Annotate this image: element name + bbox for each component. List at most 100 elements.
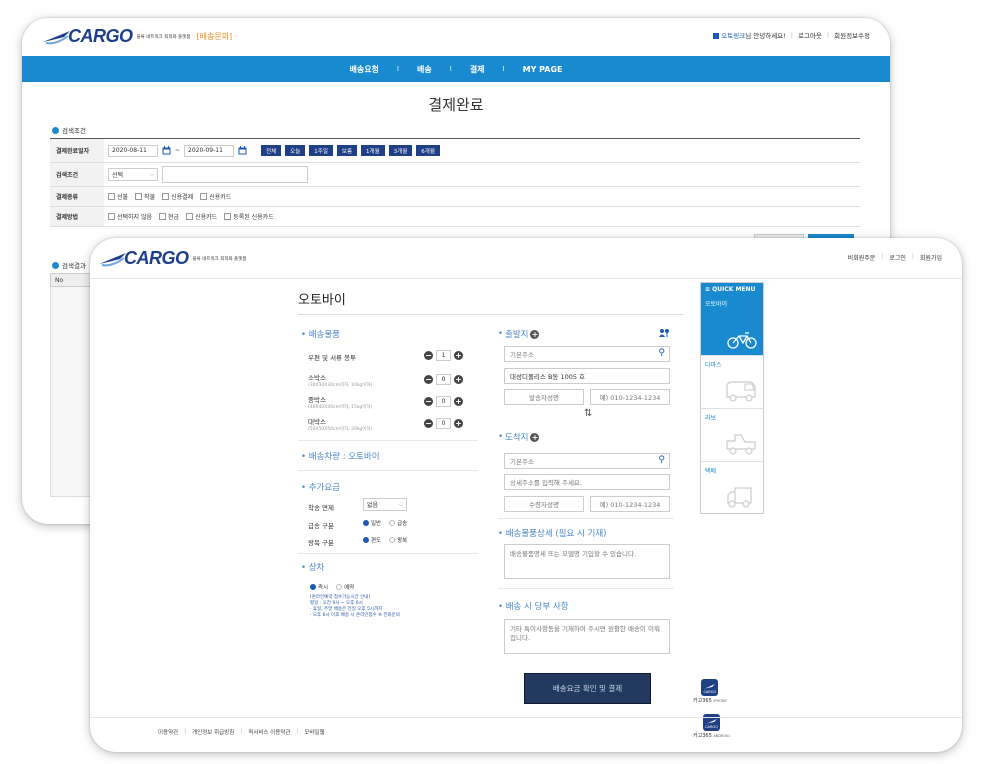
app-os: IPHONE [713, 699, 727, 703]
receiver-phone-input[interactable]: 예) 010-1234-1234 [590, 496, 670, 512]
col-no: No [55, 276, 64, 284]
plus-icon[interactable]: + [454, 397, 463, 406]
terms-link[interactable]: 이용약관 [158, 728, 178, 736]
plus-icon[interactable]: + [454, 351, 463, 360]
minus-icon[interactable]: − [424, 419, 433, 428]
method-none-checkbox[interactable]: 선택하지 않음 [108, 212, 152, 221]
iphone-app-badge[interactable]: CARGO 카고365 IPHONE [693, 679, 727, 704]
pickup-now-radio[interactable]: 즉시 [310, 583, 328, 591]
destination-detail-input[interactable]: 상세주소를 입력해 주세요. [504, 474, 670, 490]
user-name[interactable]: 오토링크 [721, 32, 745, 40]
period-6months-button[interactable]: 6개월 [416, 145, 440, 156]
date-to-input[interactable]: 2020-09-11 [184, 144, 235, 157]
type-prepaid-checkbox[interactable]: 선불 [108, 192, 128, 201]
trip-oneway-radio[interactable]: 편도 [363, 536, 381, 544]
period-today-button[interactable]: 오늘 [285, 145, 306, 156]
type-card-checkbox[interactable]: 신용카드 [200, 192, 231, 201]
sender-phone-input[interactable]: 예) 010-1234-1234 [590, 389, 670, 405]
nav-my-page[interactable]: MY PAGE [523, 65, 563, 74]
chevron-down-icon: ⌵ [398, 500, 403, 508]
plus-icon[interactable]: + [454, 375, 463, 384]
header-user-area: 오토링크님 안녕하세요! | 로그아웃 | 회원정보수정 [713, 30, 870, 40]
edit-profile-link[interactable]: 회원정보수정 [834, 30, 870, 40]
method-saved-card-checkbox[interactable]: 등록된 신용카드 [224, 212, 274, 221]
minus-icon[interactable]: − [424, 375, 433, 384]
result-section-title: 검색결과 [52, 260, 86, 270]
type-credit-checkbox[interactable]: 신용결제 [162, 192, 193, 201]
exemption-select[interactable]: 없음 ⌵ [363, 498, 407, 511]
condition-text-input[interactable] [162, 166, 308, 183]
method-card-checkbox[interactable]: 신용카드 [186, 212, 217, 221]
period-1month-button[interactable]: 1개월 [361, 145, 385, 156]
origin-address-input[interactable]: 기본주소 ⚲ [504, 346, 670, 362]
quick-terms-link[interactable]: 퀵서비스 이용약관 [248, 728, 290, 736]
quick-menu-label: 오토바이 [705, 301, 728, 308]
period-3months-button[interactable]: 3개월 [388, 145, 413, 156]
trip-options: 편도 왕복 [363, 536, 407, 544]
quick-menu-item-labo[interactable]: 라보 [701, 408, 763, 461]
urgency-normal-radio[interactable]: 일반 [363, 519, 381, 527]
destination-address-input[interactable]: 기본주소 ⚲ [504, 453, 670, 469]
search-icon[interactable]: ⚲ [658, 348, 665, 358]
origin-detail-input[interactable]: 대성디폴리스 B동 1005 호 [504, 368, 670, 384]
urgency-express-radio[interactable]: 급송 [389, 519, 407, 527]
brand-name: CARGO [124, 248, 189, 268]
payment-type-row: 결제종류 선불 착불 신용결제 신용카드 [50, 187, 860, 207]
calendar-icon[interactable] [162, 146, 171, 155]
date-from-input[interactable]: 2020-08-11 [108, 144, 158, 157]
pickup-options: 즉시 예약 [310, 583, 354, 591]
check-fee-and-pay-button[interactable]: 배송요금 확인 및 결제 [524, 673, 651, 704]
add-destination-icon[interactable]: + [530, 432, 540, 442]
quick-menu-item-motorcycle[interactable]: 오토바이 [701, 295, 763, 355]
sender-name-input[interactable]: 발송자성명 [504, 389, 584, 405]
minus-icon[interactable]: − [424, 351, 433, 360]
signup-link[interactable]: 회원가입 [920, 253, 942, 262]
mobile-web-link[interactable]: 모바일웹 [304, 728, 324, 736]
cargo-logo[interactable]: CARGO 물류 네트워크 최적화 플랫폼 [98, 248, 246, 269]
quick-menu-item-damas[interactable]: 다마스 [701, 355, 763, 408]
type-cod-checkbox[interactable]: 착불 [135, 192, 155, 201]
nav-payment[interactable]: 결제 [470, 64, 485, 75]
truck-icon [726, 434, 756, 455]
small-box-qty[interactable]: 0 [436, 374, 451, 385]
guest-order-link[interactable]: 비회원주문 [848, 253, 876, 262]
quick-menu-item-parcel[interactable]: 택배 [701, 461, 763, 514]
quick-menu-label: 택배 [705, 468, 717, 475]
brand-name: CARGO [68, 26, 133, 46]
envelope-qty[interactable]: 1 [436, 350, 451, 361]
map-person-icon[interactable] [658, 328, 670, 338]
nav-delivery-request[interactable]: 배송요청 [349, 64, 378, 75]
swap-icon[interactable]: ⇅ [584, 408, 592, 419]
nav-delivery[interactable]: 배송 [417, 64, 432, 75]
period-1week-button[interactable]: 1주일 [309, 145, 333, 156]
pickup-reserve-radio[interactable]: 예약 [336, 583, 354, 591]
trip-roundtrip-radio[interactable]: 왕복 [389, 536, 407, 544]
period-half-month-button[interactable]: 보름 [336, 145, 358, 156]
cargo-logo[interactable]: CARGO 물류 네트워크 최적화 플랫폼 [배송문의] · [42, 26, 237, 47]
delivery-note-textarea[interactable]: 기타 특이사항등을 기재하여 주시면 원활한 배송이 이뤄집니다. [504, 619, 670, 654]
minus-icon[interactable]: − [424, 397, 433, 406]
item-detail-textarea[interactable]: 배송물품명세 또는 모델명 기입할 수 있습니다. [504, 544, 670, 579]
medium-box-label: 중박스 [308, 396, 326, 404]
search-icon[interactable]: ⚲ [658, 455, 665, 465]
vehicle-label: • 배송차량 : 오토바이 [301, 452, 380, 462]
method-cash-checkbox[interactable]: 현금 [159, 212, 179, 221]
privacy-link[interactable]: 개인정보 취급방침 [192, 728, 234, 736]
logout-link[interactable]: 로그아웃 [798, 30, 822, 40]
app-name: 카고365 [693, 698, 712, 704]
large-box-qty[interactable]: 0 [436, 418, 451, 429]
receiver-name-input[interactable]: 수령자성명 [504, 496, 584, 512]
bullet-icon [52, 126, 59, 134]
greeting-text: 님 안녕하세요! [745, 32, 786, 40]
item-small-box: 소박스 (30X30X30cm이하, 10kg이하) [308, 372, 372, 388]
medium-box-qty[interactable]: 0 [436, 396, 451, 407]
period-all-button[interactable]: 전체 [261, 145, 282, 156]
login-link[interactable]: 로그인 [889, 253, 906, 262]
search-form: 결제완료일자 2020-08-11 ~ 2020-09-11 전체 오늘 1주일… [50, 138, 860, 227]
main-nav: 배송요청 I 배송 I 결제 I MY PAGE [22, 56, 890, 82]
date-label: 결제완료일자 [50, 139, 104, 162]
condition-select[interactable]: 선택 ⌵ [108, 168, 158, 181]
plus-icon[interactable]: + [454, 419, 463, 428]
add-origin-icon[interactable]: + [530, 329, 540, 339]
calendar-icon[interactable] [238, 146, 247, 155]
